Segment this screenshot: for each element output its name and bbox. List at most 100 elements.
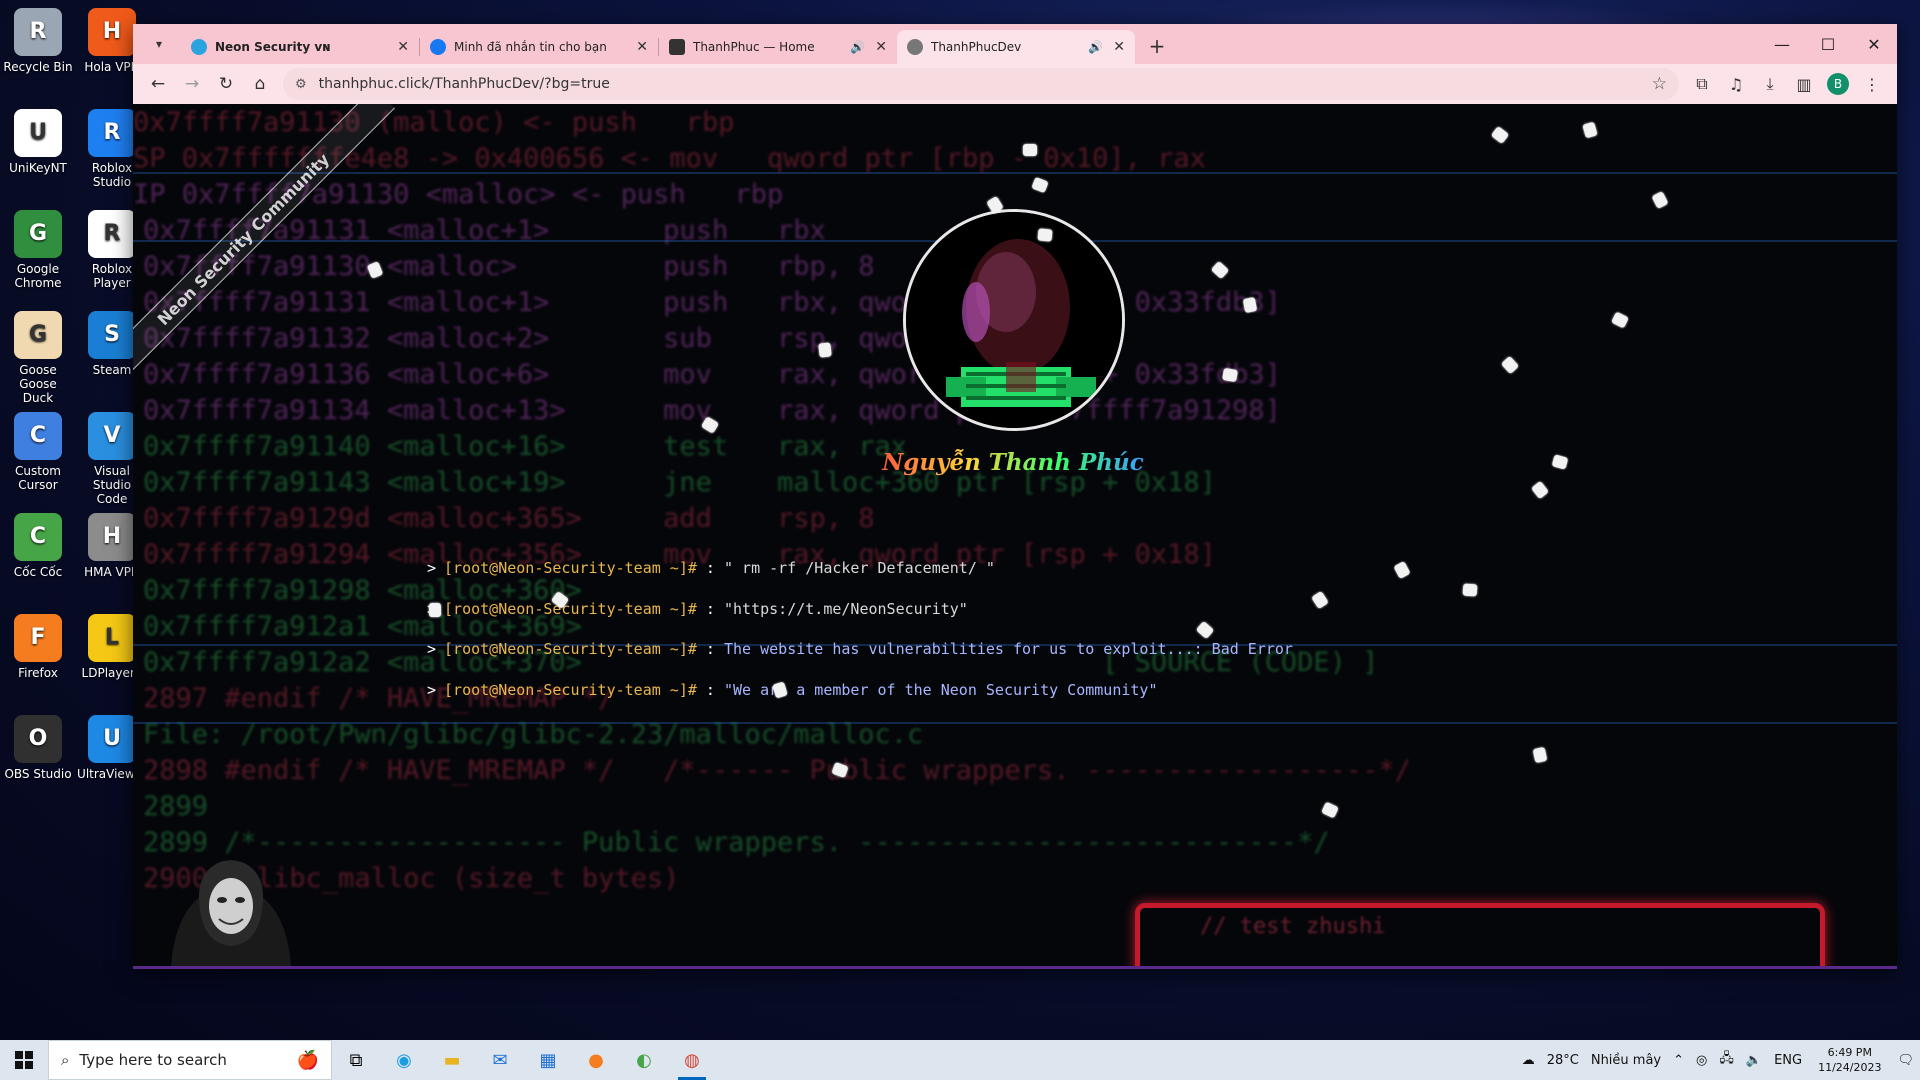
telegram-icon — [191, 39, 207, 55]
background-code-line: 0x7ffff7a9129d <malloc+365> add rsp, 8 — [143, 503, 875, 534]
recycle-bin-icon: R — [14, 8, 62, 56]
desktop-icon-custom-cursor[interactable]: C Custom Cursor — [3, 412, 73, 492]
tab-search-button[interactable]: ▾ — [145, 30, 173, 58]
steam-icon: S — [88, 311, 136, 359]
speaker-icon[interactable]: 🔊 — [850, 40, 865, 54]
reload-icon[interactable]: ↻ — [209, 67, 243, 101]
desktop-icon-firefox[interactable]: F Firefox — [3, 614, 73, 680]
dice-particle — [1242, 296, 1258, 314]
forward-icon[interactable]: → — [175, 67, 209, 101]
desktop-icon-coc-coc[interactable]: C Cốc Cốc — [3, 513, 73, 579]
start-button[interactable] — [0, 1040, 48, 1080]
close-icon[interactable]: ✕ — [875, 39, 887, 55]
firefox-taskbar-icon[interactable]: ● — [572, 1040, 620, 1080]
desktop-icon-obs-studio[interactable]: O OBS Studio — [3, 715, 73, 781]
chevron-up-icon[interactable]: ⌃ — [1673, 1053, 1684, 1068]
chrome-taskbar-icon[interactable]: ◍ — [668, 1040, 716, 1080]
media-control-icon[interactable]: ♫ — [1719, 67, 1753, 101]
desktop-icon-label: Cốc Cốc — [13, 565, 63, 579]
speaker-icon[interactable]: 🔊 — [1088, 40, 1103, 54]
close-window-icon[interactable]: ✕ — [1851, 24, 1897, 64]
weather-desc[interactable]: Nhiều mây — [1591, 1053, 1661, 1068]
desktop-icon-unikey[interactable]: U UniKeyNT — [3, 109, 73, 175]
vscode-icon: V — [88, 412, 136, 460]
terminal-prompt: [root@Neon-Security-team ~]# — [444, 640, 697, 658]
close-icon[interactable]: ✕ — [1113, 39, 1125, 55]
background-code-line: 0x7ffff7a91130 <malloc> push rbp, 8 — [143, 251, 875, 282]
edge-icon[interactable]: ◉ — [380, 1040, 428, 1080]
plus-icon: + — [1148, 34, 1166, 58]
taskbar-search[interactable]: ⌕ Type here to search 🍎 — [48, 1040, 332, 1080]
firefox-icon: F — [14, 614, 62, 662]
maximize-icon[interactable]: ☐ — [1805, 24, 1851, 64]
store-icon[interactable]: ▦ — [524, 1040, 572, 1080]
dice-particle — [1532, 746, 1548, 764]
clock[interactable]: 6:49 PM 11/24/2023 — [1818, 1045, 1881, 1075]
terminal-line: > [root@Neon-Security-team ~]# : The webs… — [427, 640, 1293, 658]
site-settings-icon[interactable]: ⚙ — [295, 77, 307, 92]
hooded-hacker-image — [161, 834, 301, 969]
weather-temp[interactable]: 28°C — [1547, 1053, 1579, 1068]
background-code-line: 0x7ffff7a91130 (malloc) <- push rbp — [133, 107, 735, 138]
page-bottom-bar — [133, 966, 1897, 969]
dice-particle — [1023, 144, 1037, 156]
terminal-prompt: [root@Neon-Security-team ~]# — [444, 559, 697, 577]
terminal-command: "https://t.me/NeonSecurity" — [724, 599, 968, 618]
mail-icon[interactable]: ✉ — [476, 1040, 524, 1080]
desktop-icon-label: Recycle Bin — [3, 60, 73, 74]
desktop-icon-goose-goose-duck[interactable]: G Goose Goose Duck — [3, 311, 73, 405]
file-explorer-icon[interactable]: ▬ — [428, 1040, 476, 1080]
terminal-block: > [root@Neon-Security-team ~]# : " rm -rf… — [427, 559, 1293, 721]
search-placeholder: Type here to search — [79, 1051, 227, 1069]
roblox-studio-icon: R — [88, 109, 136, 157]
notification-icon[interactable]: 🗨 — [1897, 1053, 1914, 1068]
tab-strip: ▾ Neon Security ᴠɴ ✕ Minh đã nhắn tin ch… — [133, 24, 1897, 64]
dice-particle — [1222, 367, 1238, 383]
tab-thanhphucdev[interactable]: ThanhPhucDev 🔊 ✕ — [897, 30, 1135, 64]
clock-date: 11/24/2023 — [1818, 1061, 1882, 1074]
background-code-line: 2898 #endif /* HAVE_MREMAP */ /*------ P… — [143, 755, 1411, 786]
coc-coc-taskbar-icon[interactable]: ◐ — [620, 1040, 668, 1080]
divider — [133, 172, 1897, 174]
terminal-prompt: [root@Neon-Security-team ~]# — [444, 599, 697, 618]
tab-thanhphuc-home[interactable]: ThanhPhuc — Home 🔊 ✕ — [659, 30, 897, 64]
dice-particle — [428, 602, 442, 618]
download-icon[interactable]: ⤓ — [1753, 67, 1787, 101]
tab-title: Neon Security ᴠɴ — [215, 40, 331, 54]
language-indicator[interactable]: ENG — [1774, 1053, 1802, 1068]
desktop-icon-chrome[interactable]: G Google Chrome — [3, 210, 73, 290]
hma-vpn-icon: H — [88, 513, 136, 561]
back-icon[interactable]: ← — [141, 67, 175, 101]
address-bar[interactable]: ⚙ thanhphuc.click/ThanhPhucDev/?bg=true … — [283, 68, 1679, 100]
background-code-line: 0x7ffff7a91132 <malloc+2> sub rsp, qword… — [143, 323, 1005, 354]
profile-button[interactable]: B — [1821, 67, 1855, 101]
unikey-icon: U — [14, 109, 62, 157]
background-code-line: IP 0x7ffff7a91130 <malloc> <- push rbp — [133, 179, 784, 210]
prompt-arrow-icon: > — [427, 559, 437, 577]
obs-studio-icon: O — [14, 715, 62, 763]
menu-kebab-icon[interactable]: ⋮ — [1855, 67, 1889, 101]
home-icon[interactable]: ⌂ — [243, 67, 277, 101]
tab-title: ThanhPhuc — Home — [693, 40, 815, 54]
profile-avatar — [903, 209, 1125, 431]
url-text[interactable]: thanhphuc.click/ThanhPhucDev/?bg=true — [319, 76, 1652, 92]
webcam-icon[interactable]: ◎ — [1696, 1053, 1707, 1068]
minimize-icon[interactable]: — — [1759, 24, 1805, 64]
extensions-icon[interactable]: ⧉ — [1685, 67, 1719, 101]
bookmark-star-icon[interactable]: ☆ — [1652, 74, 1667, 94]
background-code-line: 2899 — [143, 791, 209, 822]
new-tab-button[interactable]: + — [1143, 32, 1171, 60]
chrome-icon: G — [14, 210, 62, 258]
code-comment-text: // test zhushi — [1200, 914, 1386, 939]
volume-icon[interactable]: 🔈 — [1746, 1053, 1762, 1068]
desktop-icon-label: OBS Studio — [4, 767, 72, 781]
desktop-icon-recycle-bin[interactable]: R Recycle Bin — [3, 8, 73, 74]
close-icon[interactable]: ✕ — [397, 39, 409, 55]
weather-icon[interactable]: ☁ — [1522, 1053, 1535, 1068]
task-view-icon[interactable]: ⧉ — [332, 1040, 380, 1080]
network-icon[interactable]: 🖧 — [1719, 1049, 1734, 1071]
tab-neon-security[interactable]: Neon Security ᴠɴ ✕ — [181, 30, 419, 64]
tab-facebook-messages[interactable]: Minh đã nhắn tin cho bạn ✕ — [420, 30, 658, 64]
side-panel-icon[interactable]: ▥ — [1787, 67, 1821, 101]
close-icon[interactable]: ✕ — [636, 39, 648, 55]
